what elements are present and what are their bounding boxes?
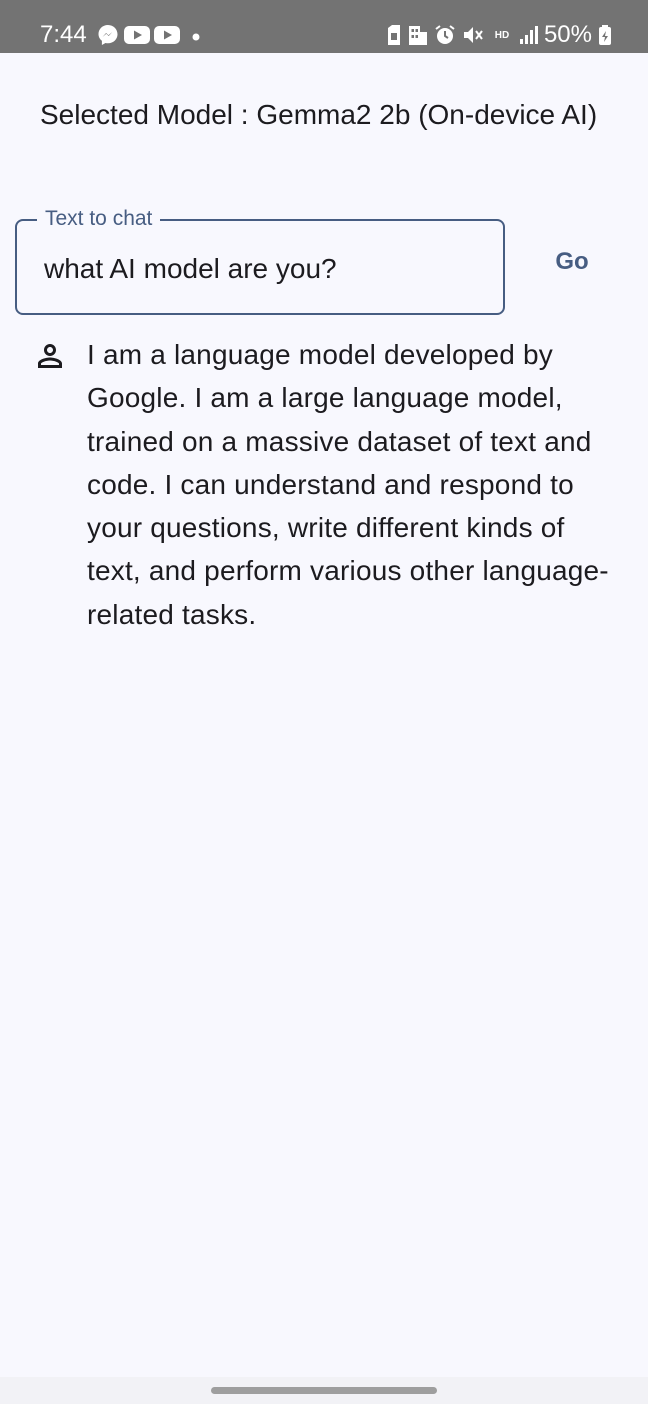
chat-input-field[interactable]: Text to chat what AI model are you? bbox=[15, 207, 505, 315]
hd-voice-label: HD bbox=[494, 29, 510, 41]
notification-icons bbox=[96, 23, 204, 47]
mute-icon bbox=[463, 27, 483, 43]
building-icon bbox=[408, 26, 427, 45]
sim-icon bbox=[387, 25, 400, 45]
response-message: I am a language model developed by Googl… bbox=[87, 339, 609, 630]
alarm-icon bbox=[435, 25, 455, 44]
go-button[interactable]: Go bbox=[536, 236, 608, 288]
status-bar: 7:44 HD 50% bbox=[0, 0, 648, 53]
signal-icon bbox=[519, 26, 538, 44]
chat-input-value[interactable]: what AI model are you? bbox=[44, 252, 337, 286]
hd-voice-icon: HD bbox=[490, 29, 514, 41]
dot-icon bbox=[192, 33, 200, 41]
selected-model-label: Selected Model : Gemma2 2b (On-device AI… bbox=[40, 99, 598, 130]
battery-icon bbox=[599, 25, 611, 45]
system-icons: HD 50% bbox=[386, 20, 612, 50]
person-icon bbox=[38, 344, 62, 368]
battery-percent: 50% bbox=[543, 21, 592, 48]
youtube-icon bbox=[154, 26, 180, 44]
chat-input-label: Text to chat bbox=[37, 207, 161, 231]
home-gesture-handle[interactable] bbox=[211, 1387, 437, 1394]
navigation-bar bbox=[0, 1377, 648, 1404]
youtube-icon bbox=[124, 26, 150, 44]
status-time: 7:44 bbox=[40, 21, 87, 48]
messenger-icon bbox=[98, 25, 118, 45]
